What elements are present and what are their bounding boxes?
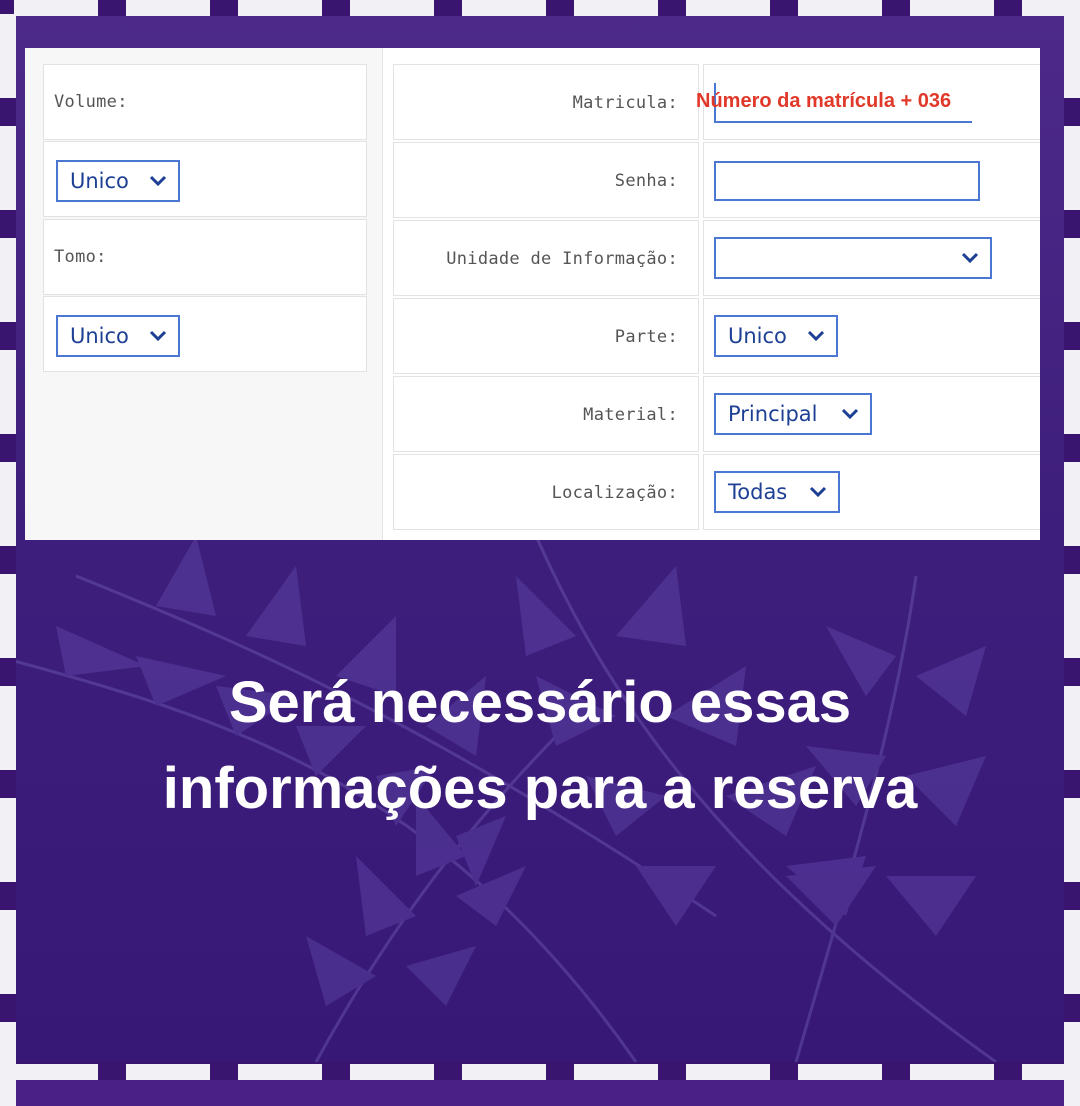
material-select[interactable]: Principal [714,393,872,435]
tomo-select-value: Unico [70,324,129,348]
chevron-down-icon [841,408,859,420]
frame-tile [462,1064,546,1080]
localizacao-label: Localização: [551,483,678,503]
chevron-down-icon [149,330,167,342]
unidade-label: Unidade de Informação: [446,249,678,269]
parte-value-cell: Unico [703,298,1040,374]
frame-tile [0,910,16,994]
material-value-cell: Principal [703,376,1040,452]
left-column: Volume: Unico Tomo: Unico [25,48,383,540]
frame-tile [350,0,434,16]
frame-tile [0,238,16,322]
frame-tile [910,0,994,16]
localizacao-select[interactable]: Todas [714,471,840,513]
frame-tile [686,1064,770,1080]
frame-tile [1064,910,1080,994]
frame-tile [14,0,98,16]
tomo-select-cell: Unico [43,296,367,372]
senha-label-cell: Senha: [393,142,699,218]
unidade-select[interactable] [714,237,992,279]
frame-tile [462,0,546,16]
frame-tile [1064,574,1080,658]
frame-tile [574,1064,658,1080]
caption-line-2: informações para a reserva [162,756,918,821]
matricula-hint-annotation: Número da matrícula + 036 [696,90,952,112]
frame-tile [798,0,882,16]
unidade-value-cell [703,220,1040,296]
frame-tile [1064,126,1080,210]
frame-tile [1064,14,1080,98]
frame-tile [0,126,16,210]
chevron-down-icon [807,330,825,342]
caption-line-1: Será necessário essas [228,670,852,735]
chevron-down-icon [809,486,827,498]
frame-tile [1064,462,1080,546]
unidade-label-cell: Unidade de Informação: [393,220,699,296]
frame-tile [126,0,210,16]
parte-select-value: Unico [728,324,787,348]
frame-tile [798,1064,882,1080]
frame-tile [686,0,770,16]
tomo-select[interactable]: Unico [56,315,180,357]
matricula-label: Matricula: [572,93,678,113]
right-column: Matricula: Senha: Unidade de Informação:… [390,48,1040,540]
frame-tile [126,1064,210,1080]
volume-select[interactable]: Unico [56,160,180,202]
parte-label: Parte: [614,327,678,347]
caption-text: Será necessário essas informações para a… [0,660,1080,832]
form-screenshot: Volume: Unico Tomo: Unico Matricula: Sen… [25,48,1040,540]
frame-tile [0,14,16,98]
volume-label: Volume: [54,92,128,112]
frame-tile [0,1022,16,1106]
frame-tile [910,1064,994,1080]
frame-tile [1064,238,1080,322]
localizacao-value-cell: Todas [703,454,1040,530]
frame-tile [238,0,322,16]
volume-select-cell: Unico [43,141,367,217]
parte-label-cell: Parte: [393,298,699,374]
parte-select[interactable]: Unico [714,315,838,357]
frame-tile [1064,1022,1080,1106]
frame-tile [0,350,16,434]
frame-tile [14,1064,98,1080]
frame-tile [238,1064,322,1080]
matricula-label-cell: Matricula: [393,64,699,140]
frame-tile [0,574,16,658]
localizacao-select-value: Todas [728,480,788,504]
senha-input[interactable] [714,161,980,201]
chevron-down-icon [149,175,167,187]
chevron-down-icon [961,252,979,264]
material-label-cell: Material: [393,376,699,452]
tomo-label-cell: Tomo: [43,219,367,295]
volume-select-value: Unico [70,169,129,193]
frame-tile [0,462,16,546]
frame-tile [350,1064,434,1080]
senha-label: Senha: [614,171,678,191]
material-select-value: Principal [728,402,818,426]
volume-label-cell: Volume: [43,64,367,140]
tomo-label: Tomo: [54,247,107,267]
material-label: Material: [583,405,678,425]
senha-value-cell [703,142,1040,218]
frame-tile [1064,350,1080,434]
localizacao-label-cell: Localização: [393,454,699,530]
frame-tile [574,0,658,16]
